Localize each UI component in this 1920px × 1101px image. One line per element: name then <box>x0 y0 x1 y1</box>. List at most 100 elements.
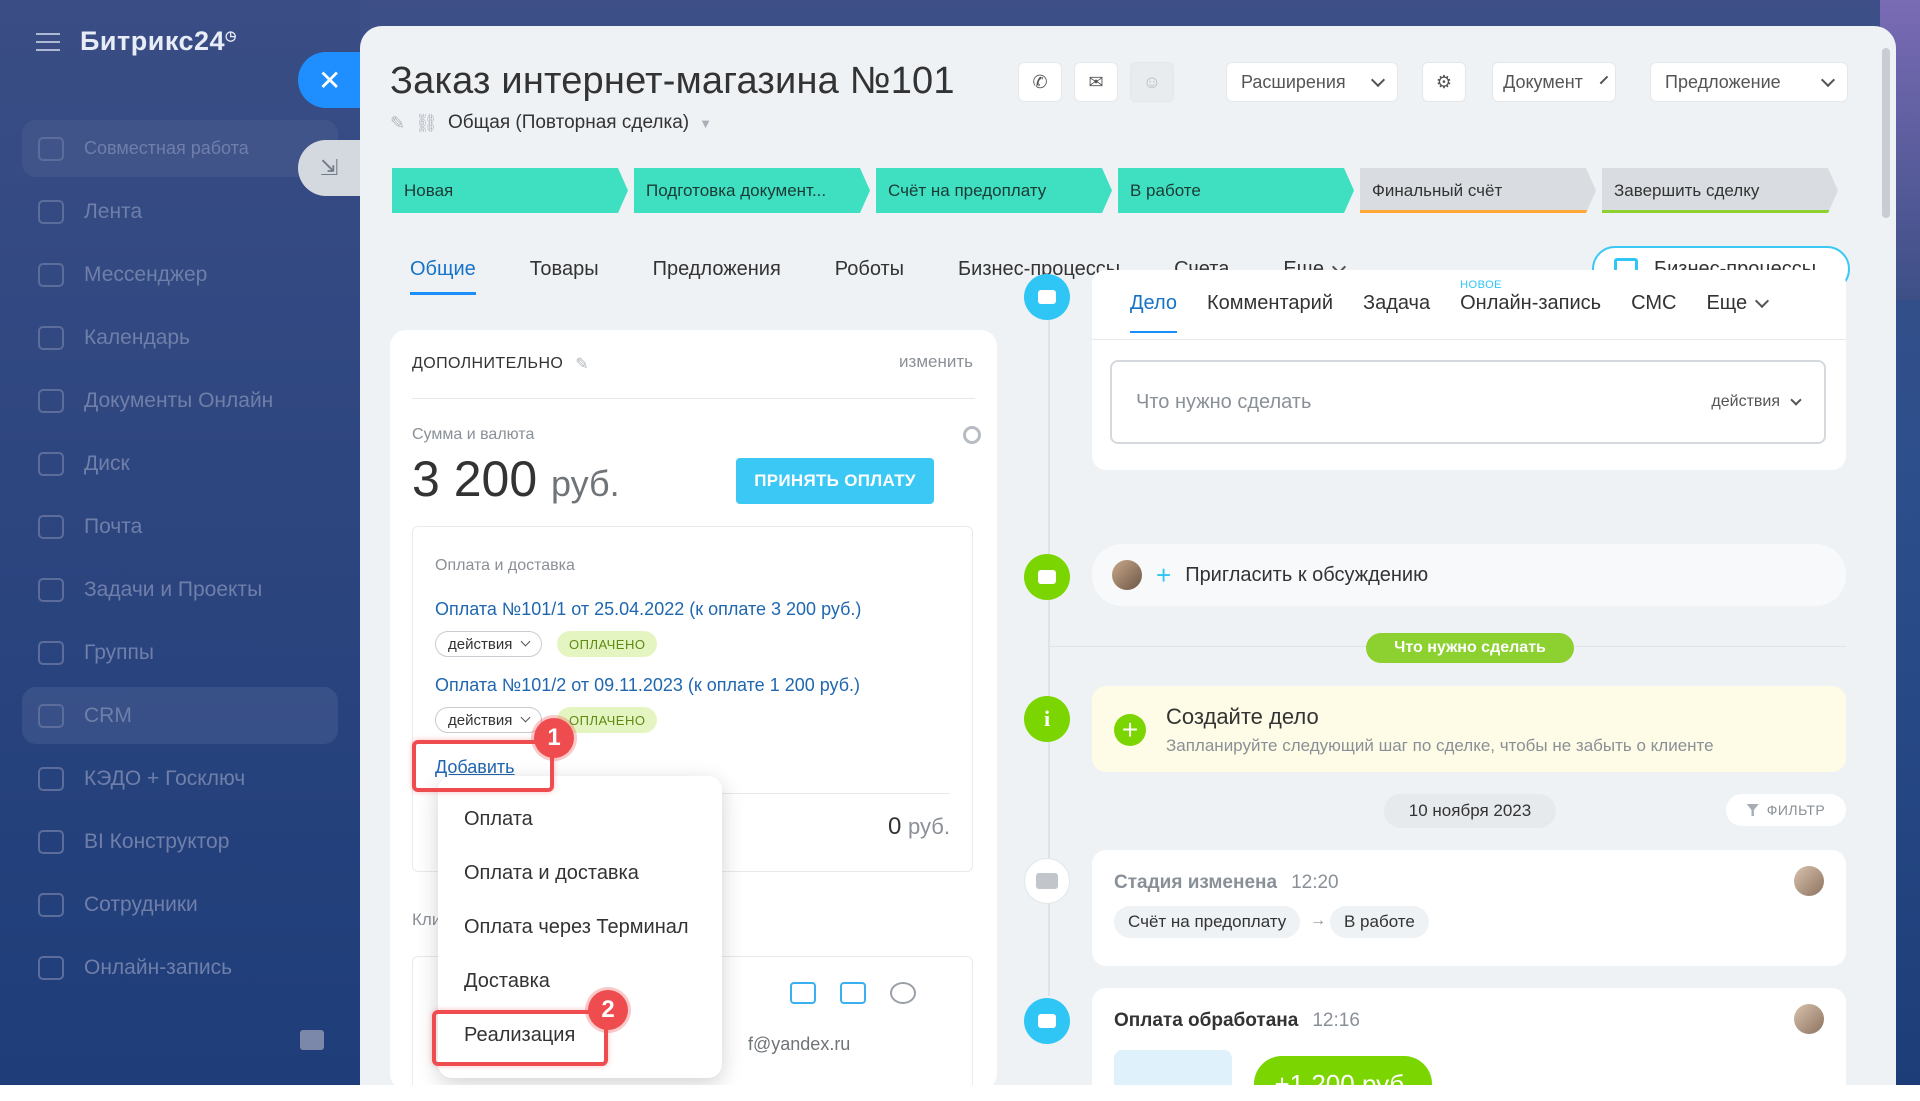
change-link[interactable]: изменить <box>899 352 973 372</box>
actions-dropdown[interactable]: действия <box>435 707 543 733</box>
stage-bar: Новая Подготовка документ... Счёт на пре… <box>392 168 1838 213</box>
stage-prepay-invoice[interactable]: Счёт на предоплату <box>876 168 1112 213</box>
menu-item-payment-delivery[interactable]: Оплата и доставка <box>464 862 639 885</box>
event-payment-processed: Оплата обработана 12:16 +1 200 руб. <box>1092 988 1846 1098</box>
menu-item-terminal-payment[interactable]: Оплата через Терминал <box>464 916 689 939</box>
pencil-icon[interactable]: ✎ <box>575 354 589 374</box>
minimize-icon: ⇲ <box>320 155 339 180</box>
sidebar-item-calendar[interactable]: Календарь <box>22 309 338 366</box>
activity-tabs: Дело Комментарий Задача НОВОЕ Онлайн-запи… <box>1130 279 1770 333</box>
stage-new[interactable]: Новая <box>392 168 628 213</box>
highlight-realization <box>432 1010 608 1066</box>
tab-sms[interactable]: СМС <box>1631 292 1676 333</box>
edit-icon[interactable]: ✎ <box>390 113 405 134</box>
gear-icon[interactable] <box>963 426 981 444</box>
menu-icon[interactable] <box>36 32 60 51</box>
email-button[interactable]: ✉ <box>1074 62 1118 102</box>
stage-docs[interactable]: Подготовка документ... <box>634 168 870 213</box>
sidebar-item-tasks[interactable]: Задачи и Проекты <box>22 561 338 618</box>
logo[interactable]: Битрикс24◷ <box>80 26 237 57</box>
sidebar-item-docs[interactable]: Документы Онлайн <box>22 372 338 429</box>
scrollbar[interactable] <box>1882 48 1890 218</box>
sidebar-item-label: CRM <box>84 703 132 727</box>
sidebar-item-groups[interactable]: Группы <box>22 624 338 681</box>
avatar <box>1794 1004 1824 1034</box>
printer-icon[interactable] <box>300 1030 324 1050</box>
actions-dropdown[interactable]: действия <box>435 631 543 657</box>
tab-offers[interactable]: Предложения <box>653 258 781 295</box>
client-email[interactable]: f@yandex.ru <box>748 1034 850 1055</box>
step-badge-2: 2 <box>588 990 628 1030</box>
todo-pill: Что нужно сделать <box>1366 633 1574 663</box>
offer-dropdown[interactable]: Предложение <box>1650 62 1848 102</box>
sidebar-item-disk[interactable]: Диск <box>22 435 338 492</box>
todo-input[interactable]: Что нужно сделать действия <box>1110 360 1826 444</box>
event-title: Оплата обработана 12:16 <box>1114 1010 1360 1031</box>
phone-icon[interactable] <box>790 982 816 1004</box>
avatar <box>1112 560 1142 590</box>
event-title: Стадия изменена 12:20 <box>1114 872 1339 893</box>
messenger-icon <box>38 262 64 287</box>
sidebar-item-collab[interactable]: Совместная работа <box>22 120 338 177</box>
call-button[interactable]: ✆ <box>1018 62 1062 102</box>
menu-item-payment[interactable]: Оплата <box>464 808 533 831</box>
filter-button[interactable]: ФИЛЬТР <box>1726 794 1846 826</box>
sidebar-item-kedo[interactable]: КЭДО + Госключ <box>22 750 338 807</box>
minimize-slider-button[interactable]: ⇲ <box>298 140 368 196</box>
sidebar-item-booking[interactable]: Онлайн-запись <box>22 939 338 996</box>
create-activity-card[interactable]: + Создайте дело Запланируйте следующий ш… <box>1092 686 1846 772</box>
invite-discussion[interactable]: + Пригласить к обсуждению <box>1092 544 1846 606</box>
payment-link[interactable]: Оплата №101/2 от 09.11.2023 (к оплате 1 … <box>435 675 860 696</box>
sidebar-item-label: Сотрудники <box>84 892 198 916</box>
chat-icon: ☺ <box>1142 71 1162 92</box>
document-dropdown[interactable]: Документ <box>1492 62 1616 102</box>
accept-payment-button[interactable]: ПРИНЯТЬ ОПЛАТУ <box>736 458 934 504</box>
chevron-down-icon[interactable]: ▼ <box>699 116 712 131</box>
activity-editor: Дело Комментарий Задача НОВОЕ Онлайн-запи… <box>1092 270 1846 470</box>
kedo-icon <box>38 766 64 791</box>
feed-icon <box>38 199 64 224</box>
sidebar-item-label: Задачи и Проекты <box>84 577 263 601</box>
stage-in-progress[interactable]: В работе <box>1118 168 1354 213</box>
filter-icon <box>1746 804 1759 816</box>
envelope-icon[interactable] <box>840 982 866 1004</box>
close-icon: ✕ <box>318 64 342 96</box>
sidebar-item-crm[interactable]: CRM <box>22 687 338 744</box>
section-heading: ДОПОЛНИТЕЛЬНО ✎ <box>412 354 590 374</box>
category-select[interactable]: Общая (Повторная сделка) <box>448 112 689 134</box>
tab-activity[interactable]: Дело <box>1130 292 1178 333</box>
sidebar-item-feed[interactable]: Лента <box>22 183 338 240</box>
logo-row: Битрикс24◷ <box>36 26 237 57</box>
plus-icon[interactable]: + <box>1114 714 1146 746</box>
side-menu: Совместная работа Лента Мессенджер Кален… <box>22 120 338 1002</box>
stage-final-invoice[interactable]: Финальный счёт <box>1360 168 1596 213</box>
chevron-down-icon <box>1790 393 1802 406</box>
sidebar-item-messenger[interactable]: Мессенджер <box>22 246 338 303</box>
chat-button[interactable]: ☺ <box>1130 62 1174 102</box>
tab-more[interactable]: Еще <box>1706 292 1770 333</box>
tab-products[interactable]: Товары <box>530 258 599 295</box>
extensions-dropdown[interactable]: Расширения <box>1226 62 1398 102</box>
new-tag: НОВОЕ <box>1460 279 1502 291</box>
tab-robots[interactable]: Роботы <box>835 258 904 295</box>
link-icon[interactable]: ⛓ <box>415 113 438 134</box>
sidebar-item-mail[interactable]: Почта <box>22 498 338 555</box>
payment-link[interactable]: Оплата №101/1 от 25.04.2022 (к оплате 3 … <box>435 599 861 620</box>
tab-comment[interactable]: Комментарий <box>1207 292 1333 333</box>
sidebar-item-label: Мессенджер <box>84 262 208 286</box>
highlight-add <box>412 740 554 792</box>
todo-actions-dropdown[interactable]: действия <box>1711 393 1802 411</box>
tab-booking[interactable]: НОВОЕ Онлайн-запись <box>1460 279 1601 333</box>
stage-close-deal[interactable]: Завершить сделку <box>1602 168 1838 213</box>
tab-general[interactable]: Общие <box>410 258 476 295</box>
sidebar-item-bi[interactable]: BI Конструктор <box>22 813 338 870</box>
tab-task[interactable]: Задача <box>1363 292 1430 333</box>
settings-button[interactable]: ⚙ <box>1422 62 1466 102</box>
sidebar-item-employees[interactable]: Сотрудники <box>22 876 338 933</box>
menu-item-delivery[interactable]: Доставка <box>464 970 550 993</box>
sidebar-item-label: Почта <box>84 514 143 538</box>
chat-icon[interactable] <box>890 982 916 1004</box>
sidebar-item-label: Календарь <box>84 325 190 349</box>
create-description: Запланируйте следующий шаг по сделке, чт… <box>1166 736 1714 755</box>
step-badge-1: 1 <box>534 718 574 758</box>
